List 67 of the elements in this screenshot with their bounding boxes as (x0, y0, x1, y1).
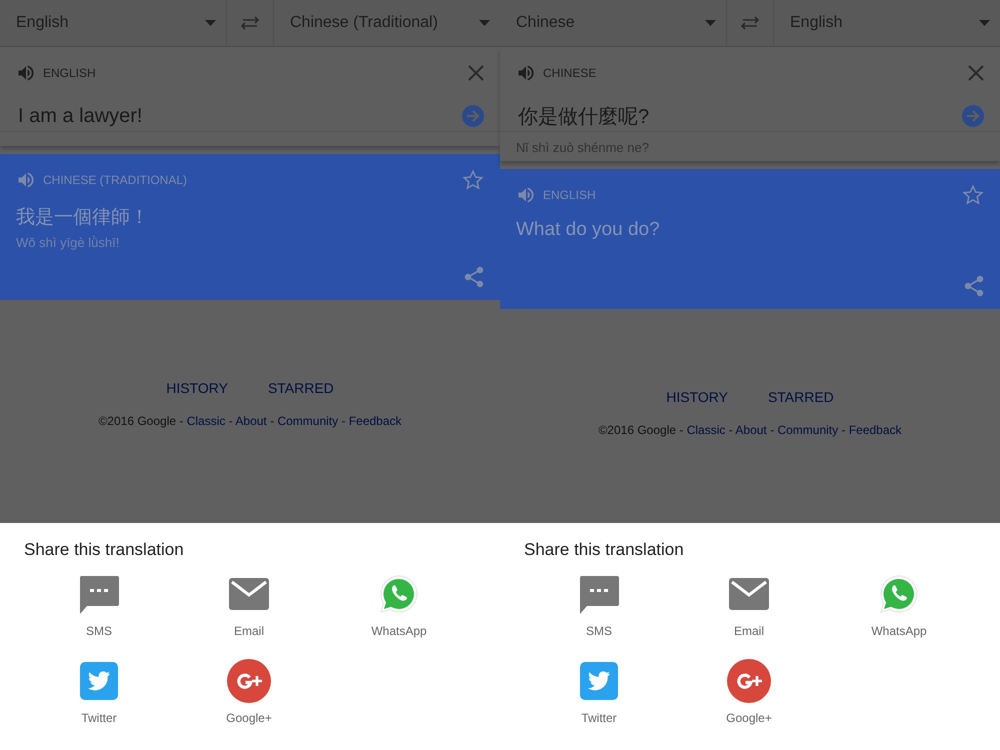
speaker-icon[interactable] (516, 185, 536, 205)
chat-bubble-icon[interactable] (579, 574, 619, 614)
target-language-dropdown[interactable]: Chinese (Traditional) (274, 0, 500, 46)
google-plus-icon[interactable] (727, 659, 771, 703)
star-icon[interactable] (962, 184, 984, 206)
footer-text: ©2016 Google - Classic - About - Community - Feedback (597, 423, 903, 437)
source-text[interactable]: 你是做什麼呢? (518, 102, 650, 130)
bird-icon[interactable] (580, 662, 618, 700)
nav-link[interactable]: HISTORY (166, 380, 228, 396)
share-sheet-title: Share this translation (524, 540, 685, 560)
footer-link[interactable]: Classic (686, 423, 726, 437)
footer-link[interactable]: Community (277, 414, 338, 428)
share-icon[interactable] (464, 266, 484, 288)
speaker-icon[interactable] (16, 63, 36, 83)
arrow-circle-icon[interactable] (461, 104, 485, 128)
footer-link[interactable]: Feedback (348, 414, 402, 428)
share-option-label[interactable]: WhatsApp (871, 624, 927, 638)
source-language-dropdown[interactable]: Chinese (500, 0, 726, 46)
footer-text: ©2016 Google - Classic - About - Community - Feedback (97, 414, 403, 428)
share-option-label[interactable]: Twitter (581, 711, 617, 725)
target-language-dropdown[interactable]: English (774, 0, 1000, 46)
star-icon[interactable] (462, 169, 484, 191)
share-option-label[interactable]: Email (234, 624, 264, 638)
speaker-icon[interactable] (16, 170, 36, 190)
source-language-dropdown[interactable]: English (0, 0, 226, 46)
translated-text: What do you do? (515, 218, 661, 242)
share-option-label[interactable]: SMS (586, 624, 612, 638)
nav-link[interactable]: STARRED (768, 389, 834, 405)
dropdown-caret-icon (705, 20, 716, 26)
footer-link[interactable]: Feedback (848, 423, 902, 437)
phone-bubble-icon[interactable] (879, 574, 919, 614)
source-language-label: CHINESE (543, 66, 598, 80)
chat-bubble-icon[interactable] (79, 574, 119, 614)
source-language-label: ENGLISH (43, 66, 97, 80)
footer-link[interactable]: About (235, 414, 267, 428)
envelope-icon[interactable] (729, 578, 769, 610)
bird-icon[interactable] (80, 662, 118, 700)
source-text[interactable]: I am a lawyer! (18, 104, 142, 128)
romanization-text: Wǒ shì yīgè lǜshī! (15, 234, 120, 250)
translated-text: 我是一個律師！ (15, 206, 150, 230)
speaker-icon[interactable] (516, 63, 536, 83)
share-sheet-title: Share this translation (24, 540, 185, 560)
target-language-label: CHINESE (TRADITIONAL) (43, 173, 188, 187)
footer-link[interactable]: About (735, 423, 767, 437)
swap-arrows-icon[interactable] (240, 16, 260, 30)
close-icon[interactable] (968, 65, 984, 81)
share-option-label[interactable]: WhatsApp (371, 624, 427, 638)
swap-arrows-icon[interactable] (740, 16, 760, 30)
footer-link[interactable]: Community (777, 423, 838, 437)
share-option-label[interactable]: Twitter (81, 711, 117, 725)
nav-link[interactable]: STARRED (268, 380, 334, 396)
envelope-icon[interactable] (229, 578, 269, 610)
dropdown-caret-icon (979, 20, 990, 26)
share-option-label[interactable]: SMS (86, 624, 112, 638)
share-option-label[interactable]: Google+ (226, 711, 272, 725)
phone-bubble-icon[interactable] (379, 574, 419, 614)
share-option-label[interactable]: Google+ (726, 711, 772, 725)
footer-link[interactable]: Classic (186, 414, 226, 428)
share-option-label[interactable]: Email (734, 624, 764, 638)
nav-link[interactable]: HISTORY (666, 389, 728, 405)
target-language-label: ENGLISH (543, 188, 597, 202)
dropdown-caret-icon (479, 20, 490, 26)
arrow-circle-icon[interactable] (961, 104, 985, 128)
share-icon[interactable] (964, 275, 984, 297)
dropdown-caret-icon (205, 20, 216, 26)
google-plus-icon[interactable] (227, 659, 271, 703)
close-icon[interactable] (468, 65, 484, 81)
